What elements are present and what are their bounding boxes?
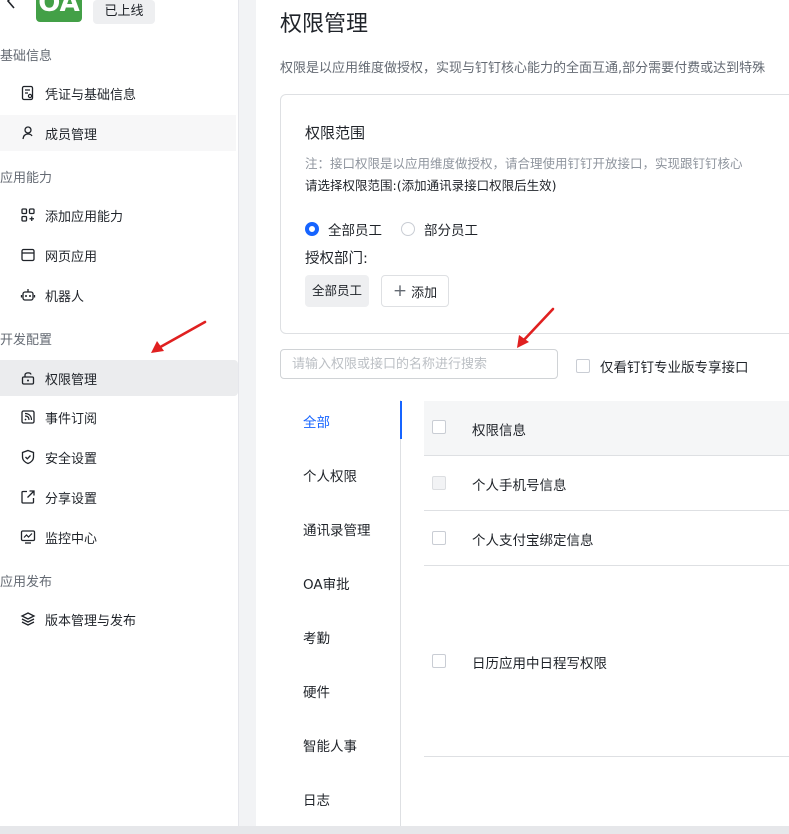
radio-label: 部分员工 [424,223,478,239]
sidebar: OA 已上线 基础信息 凭证与基础信息 成员管理 应用能力 添加应用能力 网页应… [0,0,239,826]
permission-name: 日历应用中日程写权限 [472,656,607,672]
permission-category-list: 全部 个人权限 通讯录管理 OA审批 考勤 硬件 智能人事 日志 [280,400,402,826]
active-tab-indicator [400,401,402,439]
radio-unchecked-icon [401,222,415,236]
dept-tag: 全部员工 [305,275,369,307]
sidebar-item-label: 版本管理与发布 [45,613,137,629]
window-bottom-edge [0,826,789,834]
checkbox-icon [576,359,590,373]
tab-smart-hr[interactable]: 智能人事 [303,735,357,755]
sidebar-item-label: 分享设置 [45,491,98,507]
sidebar-item-label: 监控中心 [45,531,98,547]
sidebar-item-add-capability[interactable]: 添加应用能力 [0,197,238,233]
plus-icon: + [392,280,408,301]
tab-personal-permissions[interactable]: 个人权限 [303,465,357,485]
sidebar-item-members[interactable]: 成员管理 [0,115,236,151]
permission-name: 个人支付宝绑定信息 [472,533,594,549]
back-arrow-icon[interactable] [3,0,21,10]
sidebar-item-permissions[interactable]: 权限管理 [0,360,238,396]
user-icon [22,126,33,140]
pro-only-checkbox[interactable]: 仅看钉钉专业版专享接口 [576,356,749,376]
scope-title: 权限范围 [305,124,366,142]
add-button-label: 添加 [411,285,438,301]
sidebar-item-label: 网页应用 [45,249,98,265]
radio-all-staff[interactable]: 全部员工 [305,219,382,239]
rss-icon [21,410,35,424]
sidebar-item-security[interactable]: 安全设置 [0,439,238,475]
sidebar-item-label: 成员管理 [45,127,98,143]
authorized-dept-label: 授权部门: [305,251,368,267]
credential-icon [21,85,34,101]
pro-only-label: 仅看钉钉专业版专享接口 [600,360,749,376]
nav-group-app-release: 应用发布 [0,575,53,590]
sidebar-item-share[interactable]: 分享设置 [0,479,238,515]
scope-hint: 请选择权限范围:(添加通讯录接口权限后生效) [305,178,557,193]
row-checkbox[interactable] [432,476,446,490]
layers-icon [20,612,36,626]
nav-group-app-capability: 应用能力 [0,171,53,186]
tab-contacts-management[interactable]: 通讯录管理 [303,519,371,539]
radio-partial-staff[interactable]: 部分员工 [401,219,478,239]
add-dept-button[interactable]: + 添加 [381,275,449,307]
table-row: 个人手机号信息 [424,456,789,511]
nav-group-dev-config: 开发配置 [0,333,53,348]
sidebar-item-label: 凭证与基础信息 [45,87,137,103]
sidebar-item-version-release[interactable]: 版本管理与发布 [0,601,238,637]
share-icon [21,490,35,504]
tab-attendance[interactable]: 考勤 [303,627,330,647]
sidebar-item-label: 权限管理 [45,372,98,388]
sidebar-item-monitor[interactable]: 监控中心 [0,519,238,555]
sidebar-item-label: 安全设置 [45,451,98,467]
shield-icon [21,449,35,465]
unlock-icon [21,372,35,385]
scope-note: 注：接口权限是以应用维度做授权，请合理使用钉钉开放接口，实现跟钉钉核心 [305,156,743,171]
sidebar-item-label: 事件订阅 [45,411,98,427]
radio-checked-icon [305,222,319,236]
sidebar-item-event-subscription[interactable]: 事件订阅 [0,399,238,435]
table-header: 权限信息 [424,401,789,456]
browser-window-icon [21,248,35,262]
monitor-icon [20,530,36,544]
tab-oa-approval[interactable]: OA审批 [303,573,350,593]
select-all-checkbox[interactable] [432,420,446,434]
tab-log[interactable]: 日志 [303,789,330,809]
status-badge: 已上线 [93,0,155,24]
row-checkbox[interactable] [432,531,446,545]
sidebar-item-label: 添加应用能力 [45,209,124,225]
sidebar-item-label: 机器人 [45,289,85,305]
table-row: 日历应用中日程写权限 [424,566,789,757]
tab-hardware[interactable]: 硬件 [303,681,330,701]
main-panel: 权限管理 权限是以应用维度做授权，实现与钉钉核心能力的全面互通,部分需要付费或达… [256,0,789,826]
page-description: 权限是以应用维度做授权，实现与钉钉核心能力的全面互通,部分需要付费或达到特殊 [280,61,766,76]
permission-name: 个人手机号信息 [472,478,567,494]
apps-add-icon [21,208,35,222]
sidebar-item-credentials[interactable]: 凭证与基础信息 [0,75,238,111]
row-checkbox[interactable] [432,654,446,668]
column-header-permission-info: 权限信息 [472,423,526,439]
radio-label: 全部员工 [328,223,382,239]
permission-search-input[interactable] [280,349,558,379]
tab-all[interactable]: 全部 [303,411,330,431]
page-title: 权限管理 [280,12,369,37]
nav-group-basic-info: 基础信息 [0,49,53,64]
sidebar-item-robot[interactable]: 机器人 [0,277,238,313]
sidebar-item-web-app[interactable]: 网页应用 [0,237,238,273]
table-row: 个人支付宝绑定信息 [424,511,789,566]
app-logo: OA [36,0,82,22]
permission-scope-card: 权限范围 注：接口权限是以应用维度做授权，请合理使用钉钉开放接口，实现跟钉钉核心… [280,94,789,334]
robot-icon [20,289,36,301]
